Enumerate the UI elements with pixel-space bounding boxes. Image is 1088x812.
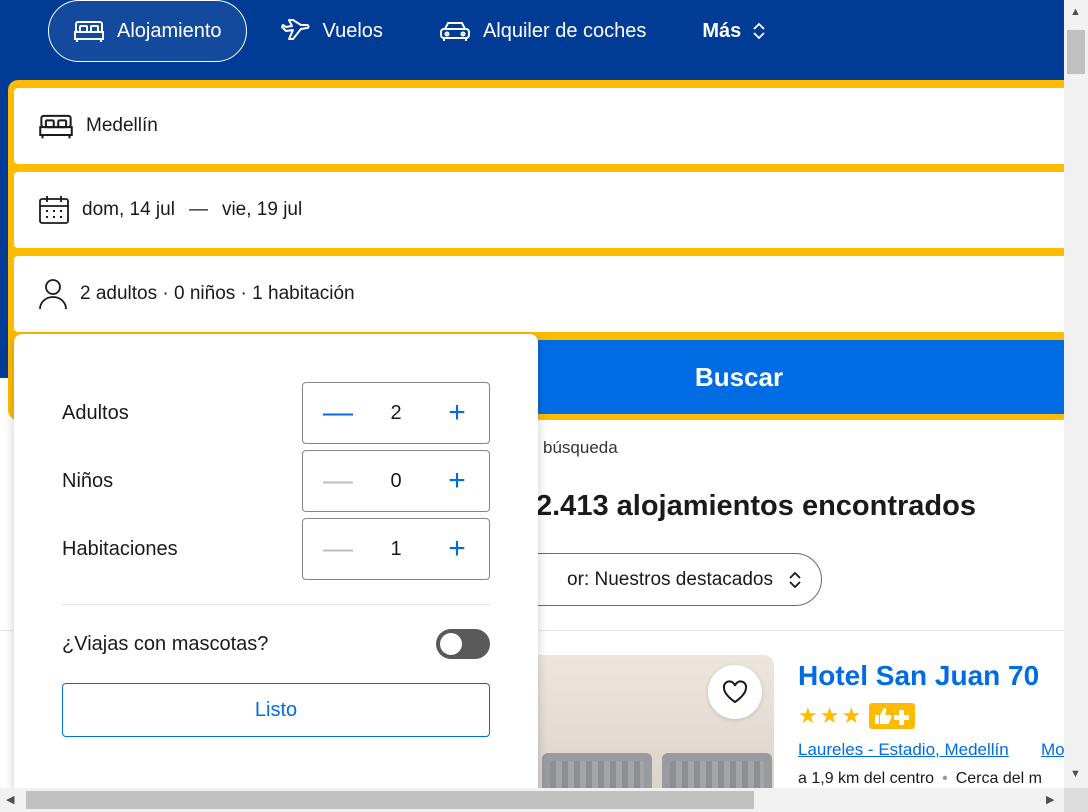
occupancy-field[interactable]: 2 adultos · 0 niños · 1 habitación	[14, 256, 1064, 332]
done-button[interactable]: Listo	[62, 683, 490, 737]
chevron-updown-icon	[789, 571, 801, 588]
bed-icon	[74, 21, 104, 42]
distance-text: a 1,9 km del centro	[798, 770, 935, 787]
adults-label: Adultos	[62, 402, 129, 424]
chevron-updown-icon	[753, 22, 765, 40]
increment-button[interactable]: +	[445, 398, 469, 428]
children-value: 0	[390, 469, 402, 492]
heart-icon	[722, 680, 748, 704]
calendar-icon	[39, 196, 69, 224]
decrement-button[interactable]: —	[323, 466, 353, 496]
rooms-value: 1	[390, 537, 402, 560]
vertical-scroll-thumb[interactable]	[1067, 30, 1085, 74]
pets-toggle[interactable]	[436, 629, 490, 659]
nav-item-alquiler-coches[interactable]: Alquiler de coches	[415, 0, 670, 62]
vertical-scrollbar[interactable]	[1064, 0, 1088, 788]
top-nav: Alojamiento Vuelos Alquiler de coches Má…	[48, 0, 799, 62]
checkin-date: dom, 14 jul	[82, 199, 175, 220]
bed-icon	[39, 114, 73, 139]
hotel-rating: ★ ★ ★	[798, 703, 916, 729]
adults-row: Adultos — 2 +	[62, 382, 490, 444]
photo-bed-headboard	[662, 753, 772, 788]
nav-item-vuelos[interactable]: Vuelos	[255, 0, 407, 62]
person-icon	[39, 279, 67, 310]
horizontal-scroll-thumb[interactable]	[26, 791, 754, 809]
increment-button[interactable]: +	[445, 466, 469, 496]
hotel-distance: a 1,9 km del centro • Cerca del m	[798, 770, 1042, 788]
separator-dot: •	[942, 770, 948, 787]
results-count: 2.413 alojamientos encontrados	[536, 490, 976, 522]
sort-label: or: Nuestros destacados	[567, 568, 773, 590]
nav-item-label: Alquiler de coches	[482, 19, 647, 42]
adults-value: 2	[390, 401, 402, 424]
adults-stepper: — 2 +	[302, 382, 490, 444]
preferred-badge-icon[interactable]	[869, 703, 916, 729]
children-label: Niños	[62, 470, 114, 492]
dates-field[interactable]: dom, 14 jul — vie, 19 jul	[14, 172, 1064, 248]
divider	[62, 604, 490, 605]
search-hint: búsqueda	[543, 438, 618, 457]
occupancy-summary: 2 adultos · 0 niños · 1 habitación	[80, 283, 355, 304]
scroll-down-icon[interactable]: ▼	[1070, 768, 1081, 780]
scroll-left-icon[interactable]: ◀	[6, 794, 14, 806]
star-icon: ★	[819, 703, 840, 728]
nav-item-label: Alojamiento	[117, 19, 222, 42]
sort-dropdown[interactable]: or: Nuestros destacados	[512, 553, 822, 606]
favorite-button[interactable]	[708, 665, 762, 719]
plane-icon	[280, 19, 310, 40]
children-stepper: — 0 +	[302, 450, 490, 512]
nearby-text: Cerca del m	[955, 770, 1042, 787]
decrement-button[interactable]: —	[323, 398, 353, 428]
hotel-name-link[interactable]: Hotel San Juan 70	[798, 660, 1039, 692]
scroll-right-icon[interactable]: ▶	[1046, 794, 1054, 806]
date-separator: —	[188, 199, 208, 220]
rooms-row: Habitaciones — 1 +	[62, 518, 490, 580]
map-link[interactable]: Mo	[1041, 740, 1064, 760]
hotel-location-link[interactable]: Laureles - Estadio, Medellín	[798, 740, 1009, 760]
destination-field[interactable]: Medellín	[14, 88, 1064, 164]
page: Alojamiento Vuelos Alquiler de coches Má…	[0, 0, 1064, 788]
rooms-label: Habitaciones	[62, 538, 178, 560]
nav-item-mas[interactable]: Más	[678, 0, 791, 62]
scrollbar-corner	[1064, 788, 1088, 812]
destination-value: Medellín	[86, 115, 158, 136]
star-icon: ★	[798, 703, 818, 728]
nav-item-label: Vuelos	[322, 19, 383, 42]
children-row: Niños — 0 +	[62, 450, 490, 512]
car-icon	[439, 22, 470, 41]
checkout-date: vie, 19 jul	[221, 199, 303, 220]
star-icon: ★	[841, 703, 862, 728]
occupancy-popup: Adultos — 2 + Niños — 0 + Habitaciones —…	[14, 334, 538, 788]
nav-item-alojamiento[interactable]: Alojamiento	[48, 0, 247, 62]
rooms-stepper: — 1 +	[302, 518, 490, 580]
scroll-up-icon[interactable]: ▲	[1070, 6, 1081, 18]
increment-button[interactable]: +	[445, 534, 469, 564]
nav-item-label: Más	[702, 19, 742, 42]
decrement-button[interactable]: —	[323, 534, 353, 564]
pets-label: ¿Viajas con mascotas?	[62, 633, 269, 655]
photo-bed-headboard	[542, 753, 652, 788]
